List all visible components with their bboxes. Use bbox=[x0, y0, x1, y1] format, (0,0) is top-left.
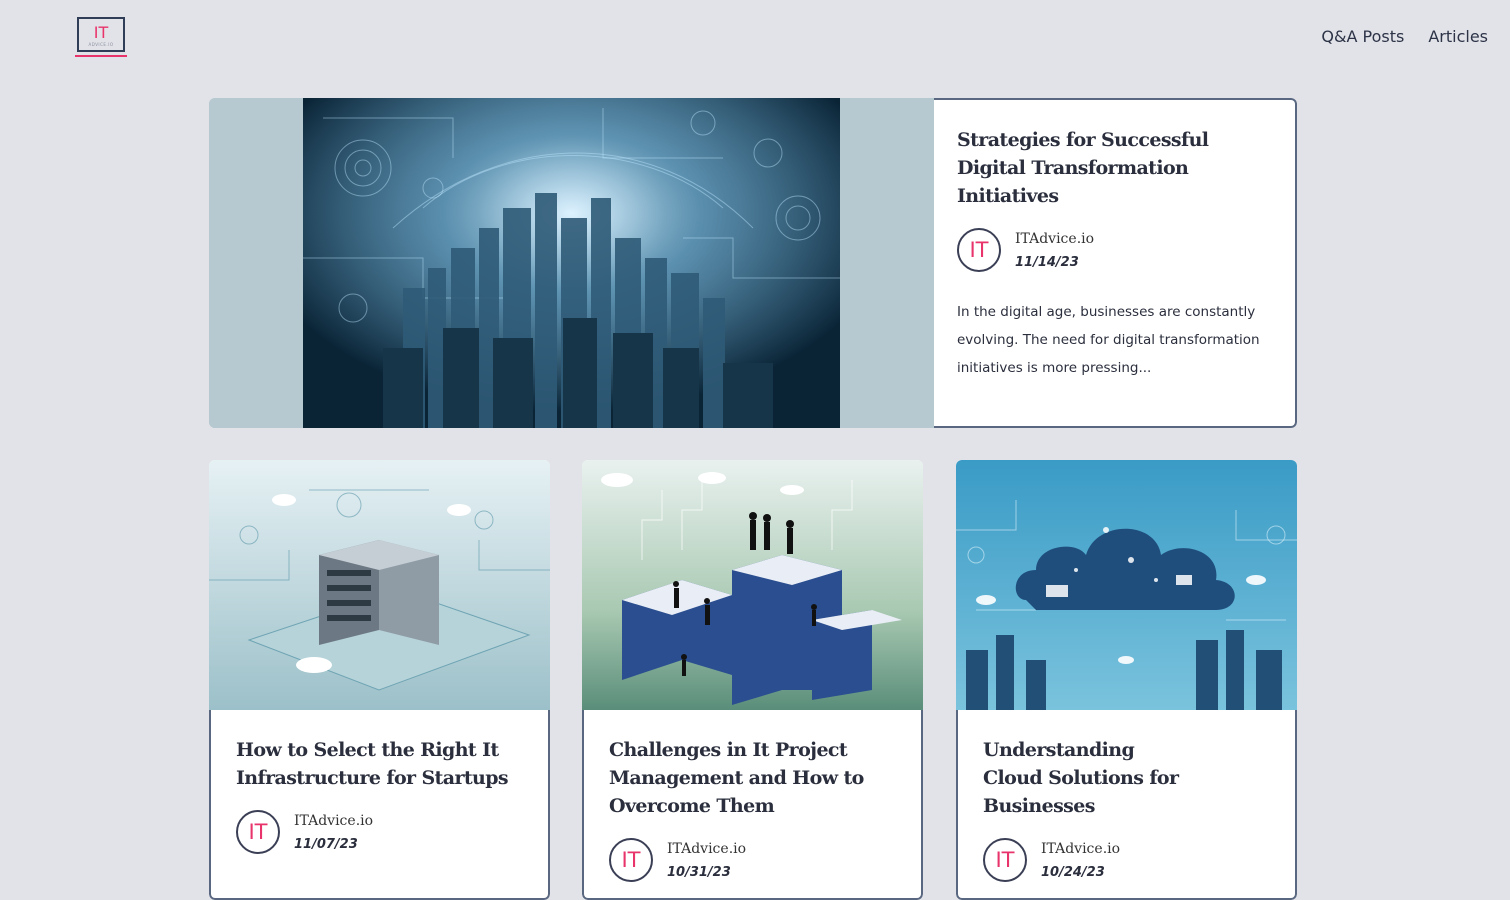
post-date: 10/31/23 bbox=[667, 864, 731, 880]
post-card[interactable]: How to Select the Right It Infrastructur… bbox=[209, 460, 550, 900]
post-title[interactable]: Challenges in It Project Management and … bbox=[609, 736, 897, 820]
author-avatar: IT bbox=[957, 228, 1001, 272]
featured-post-excerpt: In the digital age, businesses are const… bbox=[957, 304, 1260, 376]
post-body: How to Select the Right It Infrastructur… bbox=[209, 710, 550, 900]
post-date: 11/07/23 bbox=[294, 836, 358, 852]
logo-underline bbox=[75, 55, 127, 57]
author-name: ITAdvice.io bbox=[667, 840, 747, 857]
site-logo[interactable]: IT ADVICE.IO bbox=[75, 17, 127, 57]
nav-qa-posts[interactable]: Q&A Posts bbox=[1321, 27, 1404, 46]
author-meta: ITAdvice.io 11/07/23 bbox=[294, 813, 373, 852]
post-title[interactable]: How to Select the Right It Infrastructur… bbox=[236, 736, 524, 792]
author-avatar: IT bbox=[983, 838, 1027, 882]
author-meta: ITAdvice.io 10/24/23 bbox=[1041, 841, 1120, 880]
featured-post-card[interactable]: Strategies for Successful Digital Transf… bbox=[209, 98, 1297, 428]
author-meta: ITAdvice.io 10/31/23 bbox=[667, 841, 746, 880]
server-rack-illustration bbox=[209, 460, 550, 710]
nav-articles[interactable]: Articles bbox=[1428, 27, 1488, 46]
author-row: IT ITAdvice.io 11/07/23 bbox=[236, 810, 524, 854]
author-avatar: IT bbox=[609, 838, 653, 882]
post-card[interactable]: Challenges in It Project Management and … bbox=[582, 460, 923, 900]
logo-text: IT bbox=[93, 22, 109, 42]
post-title[interactable]: Understanding Cloud Solutions for Busine… bbox=[983, 736, 1198, 820]
featured-post-image[interactable] bbox=[209, 98, 934, 428]
post-date: 10/24/23 bbox=[1041, 864, 1105, 880]
post-image[interactable] bbox=[209, 460, 550, 710]
post-body: Challenges in It Project Management and … bbox=[582, 710, 923, 900]
post-body: Understanding Cloud Solutions for Busine… bbox=[956, 710, 1297, 900]
cloud-solutions-illustration bbox=[956, 460, 1297, 710]
author-name: ITAdvice.io bbox=[1041, 840, 1121, 857]
author-row: IT ITAdvice.io 10/24/23 bbox=[983, 838, 1271, 882]
project-management-illustration bbox=[582, 460, 923, 710]
avatar-text: IT bbox=[995, 847, 1015, 872]
post-date: 11/14/23 bbox=[1015, 254, 1079, 270]
digital-city-illustration bbox=[303, 98, 840, 428]
post-image[interactable] bbox=[582, 460, 923, 710]
author-name: ITAdvice.io bbox=[1015, 230, 1095, 247]
logo-box: IT ADVICE.IO bbox=[77, 17, 125, 52]
featured-image-art bbox=[303, 98, 840, 428]
featured-post-title[interactable]: Strategies for Successful Digital Transf… bbox=[957, 126, 1271, 210]
main-nav: Q&A Posts Articles bbox=[1321, 27, 1488, 46]
avatar-text: IT bbox=[248, 819, 268, 844]
author-name: ITAdvice.io bbox=[294, 812, 374, 829]
featured-post-body: Strategies for Successful Digital Transf… bbox=[934, 98, 1297, 428]
avatar-text: IT bbox=[621, 847, 641, 872]
avatar-text: IT bbox=[969, 237, 989, 262]
author-avatar: IT bbox=[236, 810, 280, 854]
author-meta: ITAdvice.io 11/14/23 bbox=[1015, 231, 1094, 270]
author-row: IT ITAdvice.io 10/31/23 bbox=[609, 838, 897, 882]
post-image[interactable] bbox=[956, 460, 1297, 710]
post-card[interactable]: Understanding Cloud Solutions for Busine… bbox=[956, 460, 1297, 900]
logo-subtext: ADVICE.IO bbox=[88, 41, 114, 47]
featured-author-row: IT ITAdvice.io 11/14/23 bbox=[957, 228, 1271, 272]
